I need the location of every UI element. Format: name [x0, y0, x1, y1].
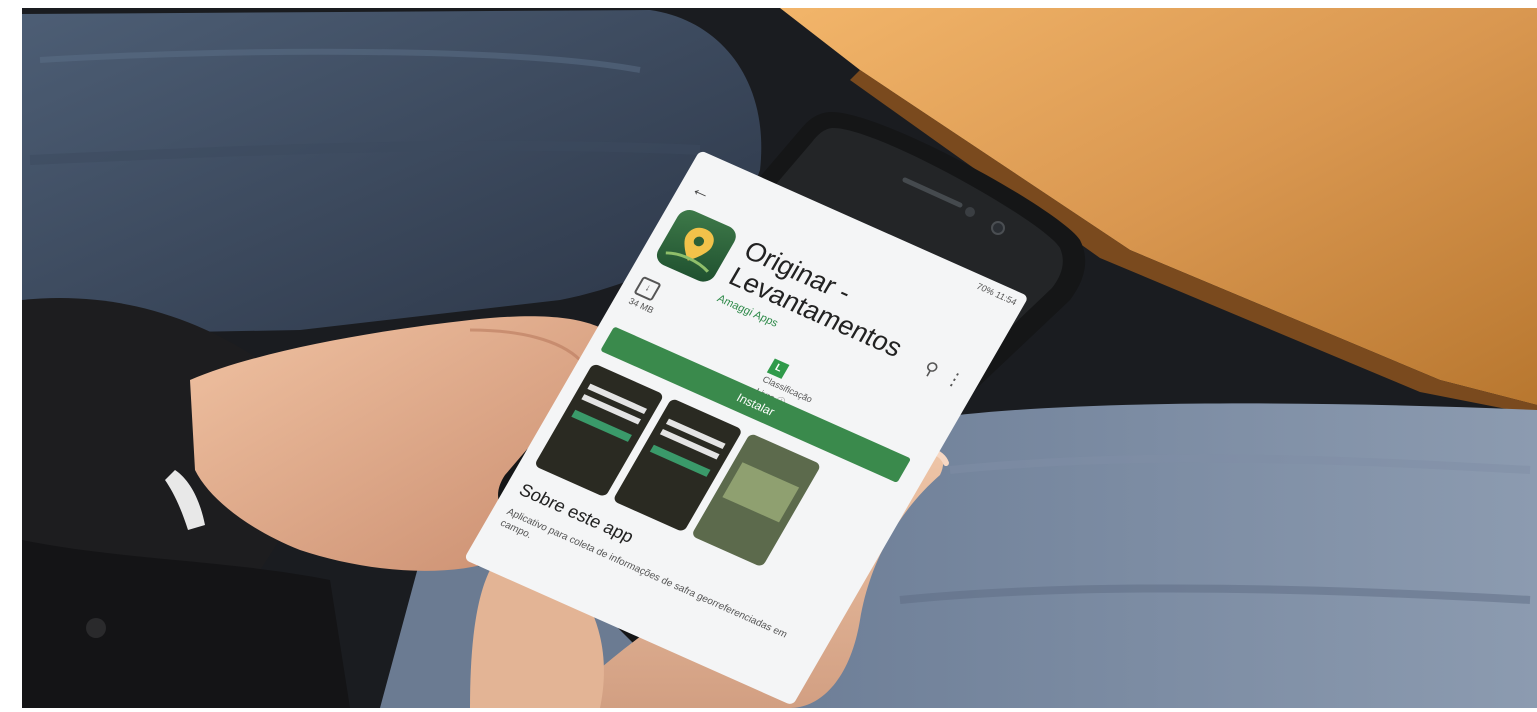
photo-scene: 70% 11:54 ← ⚲ ⋮ Originar - Levantamentos… — [0, 0, 1537, 712]
